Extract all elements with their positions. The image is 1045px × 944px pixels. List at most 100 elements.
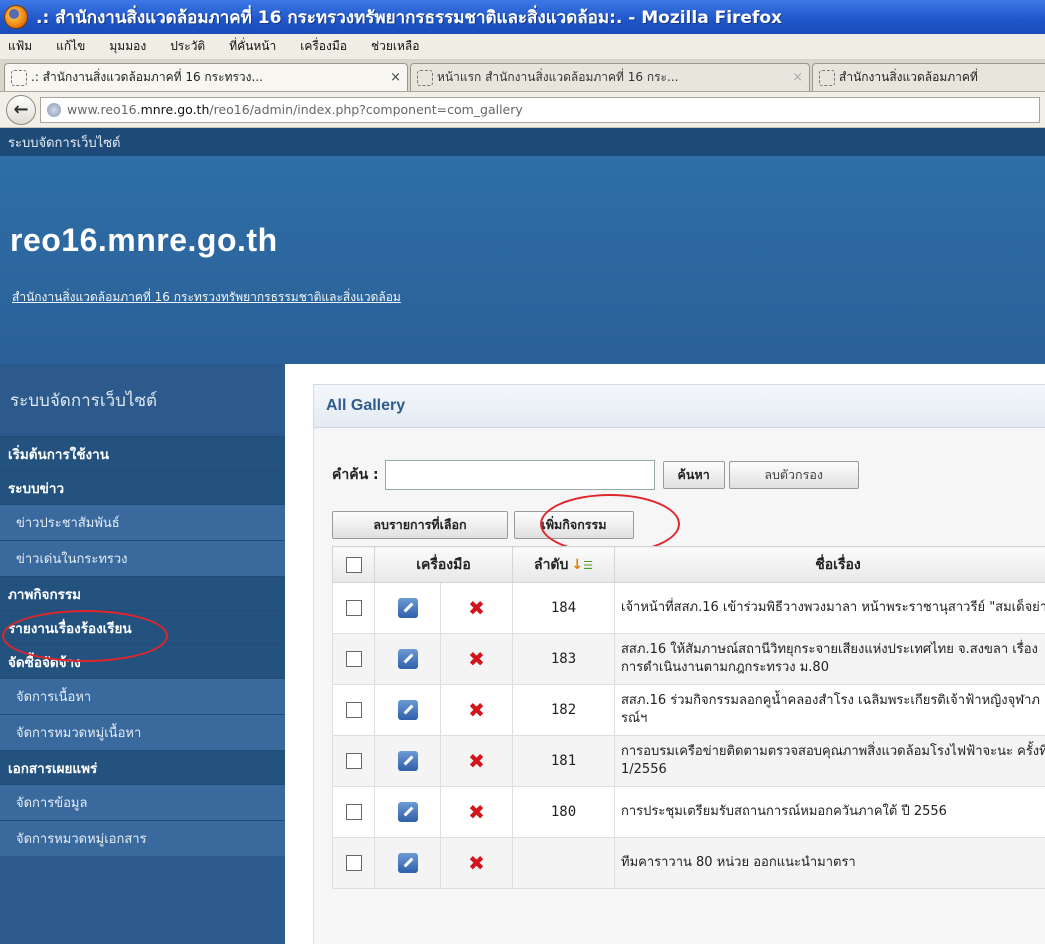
row-edit-cell: [374, 786, 441, 838]
row-checkbox[interactable]: [345, 600, 362, 616]
url-prefix: www.reo16.: [67, 102, 141, 117]
row-order: 182: [550, 702, 577, 718]
row-check-cell: [332, 837, 375, 889]
column-header-title: ชื่อเรื่อง: [614, 546, 1045, 583]
delete-icon[interactable]: ✖: [468, 749, 485, 773]
row-title[interactable]: การอบรมเครือข่ายติดตามตรวจสอบคุณภาพสิ่งแ…: [614, 735, 1045, 787]
row-delete-cell: ✖: [440, 684, 513, 736]
row-title[interactable]: การประชุมเตรียมรับสถานการณ์หมอกควันภาคใต…: [614, 786, 1045, 838]
menu-tools[interactable]: เครื่องมือ: [300, 37, 347, 56]
delete-icon[interactable]: ✖: [468, 698, 485, 722]
row-checkbox[interactable]: [345, 855, 362, 871]
page-favicon-icon: [417, 69, 433, 86]
menu-help[interactable]: ช่วยเหลือ: [371, 37, 420, 56]
main-content: All Gallery คำค้น : ค้นหา ลบตัวกรอง ลบรา…: [285, 364, 1045, 944]
search-row: คำค้น : ค้นหา ลบตัวกรอง: [332, 458, 859, 492]
back-button[interactable]: ←: [6, 94, 36, 125]
address-bar[interactable]: www.reo16. mnre.go.th/reo16/admin/index.p…: [40, 96, 1040, 123]
row-order-cell: 180: [512, 786, 615, 838]
window-titlebar: .: สำนักงานสิ่งแวดล้อมภาคที่ 16 กระทรวงท…: [0, 0, 1045, 34]
close-icon[interactable]: ×: [792, 70, 803, 85]
row-order: 181: [550, 753, 577, 769]
delete-selected-button[interactable]: ลบรายการที่เลือก: [332, 511, 508, 539]
edit-icon[interactable]: [397, 649, 418, 669]
column-header-tools: เครื่องมือ: [374, 546, 513, 583]
row-delete-cell: ✖: [440, 786, 513, 838]
site-header: reo16.mnre.go.th สำนักงานสิ่งแวดล้อมภาคท…: [0, 156, 1045, 364]
url-domain: mnre.go.th: [140, 102, 210, 117]
row-title[interactable]: เจ้าหน้าที่สสภ.16 เข้าร่วมพิธีวางพวงมาลา…: [614, 582, 1045, 634]
menu-history[interactable]: ประวัติ: [170, 37, 205, 56]
browser-tab-2[interactable]: หน้าแรก สำนักงานสิ่งแวดล้อมภาคที่ 16 กระ…: [410, 63, 810, 91]
row-check-cell: [332, 582, 375, 634]
table-row: ✖ 181 การอบรมเครือข่ายติดตามตรวจสอบคุณภา…: [332, 735, 1045, 787]
action-row: ลบรายการที่เลือก เพิ่มกิจกรรม: [332, 510, 634, 540]
row-title[interactable]: สสภ.16 ร่วมกิจกรรมลอกคูน้ำคลองสำโรง เฉลิ…: [614, 684, 1045, 736]
sidebar-item-getting-started[interactable]: เริ่มต้นการใช้งาน: [0, 436, 285, 470]
row-edit-cell: [374, 684, 441, 736]
sidebar-item-manage-data[interactable]: จัดการข้อมูล: [0, 784, 285, 820]
row-order: 183: [550, 651, 577, 667]
menu-edit[interactable]: แก้ไข: [56, 37, 85, 56]
browser-tab-label: สำนักงานสิ่งแวดล้อมภาคที่: [839, 70, 978, 84]
row-title[interactable]: ทีมคาราวาน 80 หน่วย ออกแนะนำมาตรา: [614, 837, 1045, 889]
site-topbar: ระบบจัดการเว็บไซต์: [0, 128, 1045, 156]
delete-icon[interactable]: ✖: [468, 851, 485, 875]
sidebar-title: ระบบจัดการเว็บไซต์: [10, 390, 158, 411]
sidebar-item-procurement[interactable]: จัดซื้อจัดจ้าง: [0, 644, 285, 678]
sidebar-item-manage-document-categories[interactable]: จัดการหมวดหมู่เอกสาร: [0, 820, 285, 856]
admin-sidebar: ระบบจัดการเว็บไซต์ เริ่มต้นการใช้งาน ระบ…: [0, 364, 285, 944]
search-input[interactable]: [384, 460, 655, 490]
menu-bookmarks[interactable]: ที่คั่นหน้า: [229, 37, 276, 56]
select-all-checkbox[interactable]: [345, 556, 362, 573]
table-row: ✖ 184 เจ้าหน้าที่สสภ.16 เข้าร่วมพิธีวางพ…: [332, 582, 1045, 634]
table-row: ✖ 180 การประชุมเตรียมรับสถานการณ์หมอกควั…: [332, 786, 1045, 838]
row-edit-cell: [374, 837, 441, 889]
page-favicon-icon: [11, 69, 27, 86]
menu-bar: แฟ้ม แก้ไข มุมมอง ประวัติ ที่คั่นหน้า เค…: [0, 34, 1045, 60]
firefox-logo-icon: [4, 5, 28, 29]
clear-filter-button[interactable]: ลบตัวกรอง: [728, 461, 859, 489]
sidebar-item-complaints-report[interactable]: รายงานเรื่องร้องเรียน: [0, 610, 285, 644]
row-order-cell: 181: [512, 735, 615, 787]
row-checkbox[interactable]: [345, 651, 362, 667]
row-order: 184: [550, 600, 577, 616]
site-tagline-link[interactable]: สำนักงานสิ่งแวดล้อมภาคที่ 16 กระทรวงทรัพ…: [12, 288, 401, 307]
edit-icon[interactable]: [397, 700, 418, 720]
browser-tab-3[interactable]: สำนักงานสิ่งแวดล้อมภาคที่: [812, 63, 1045, 91]
row-checkbox[interactable]: [345, 753, 362, 769]
row-checkbox[interactable]: [345, 702, 362, 718]
edit-icon[interactable]: [397, 802, 418, 822]
delete-icon[interactable]: ✖: [468, 596, 485, 620]
delete-icon[interactable]: ✖: [468, 800, 485, 824]
row-title[interactable]: สสภ.16 ให้สัมภาษณ์สถานีวิทยุกระจายเสียงแ…: [614, 633, 1045, 685]
edit-icon[interactable]: [397, 751, 418, 771]
add-activity-button[interactable]: เพิ่มกิจกรรม: [514, 511, 634, 539]
page-title: All Gallery: [313, 384, 1045, 428]
menu-view[interactable]: มุมมอง: [109, 37, 146, 56]
sidebar-item-news-system[interactable]: ระบบข่าว: [0, 470, 285, 504]
sidebar-item-manage-content[interactable]: จัดการเนื้อหา: [0, 678, 285, 714]
edit-icon[interactable]: [397, 853, 418, 873]
sidebar-item-activity-photos[interactable]: ภาพกิจกรรม: [0, 576, 285, 610]
search-button[interactable]: ค้นหา: [662, 461, 725, 489]
close-icon[interactable]: ×: [390, 70, 401, 85]
row-edit-cell: [374, 633, 441, 685]
menu-file[interactable]: แฟ้ม: [8, 37, 32, 56]
row-delete-cell: ✖: [440, 735, 513, 787]
browser-tab-1[interactable]: .: สำนักงานสิ่งแวดล้อมภาคที่ 16 กระทรวง.…: [4, 63, 408, 91]
table-row: ✖ ทีมคาราวาน 80 หน่วย ออกแนะนำมาตรา: [332, 837, 1045, 889]
sidebar-item-ministry-highlights[interactable]: ข่าวเด่นในกระทรวง: [0, 540, 285, 576]
delete-icon[interactable]: ✖: [468, 647, 485, 671]
browser-tab-label: .: สำนักงานสิ่งแวดล้อมภาคที่ 16 กระทรวง.…: [31, 70, 263, 84]
window-title: .: สำนักงานสิ่งแวดล้อมภาคที่ 16 กระทรวงท…: [36, 7, 782, 28]
sidebar-item-manage-content-categories[interactable]: จัดการหมวดหมู่เนื้อหา: [0, 714, 285, 750]
column-header-order-label: ลำดับ: [533, 556, 569, 573]
edit-icon[interactable]: [397, 598, 418, 618]
table-row: ✖ 183 สสภ.16 ให้สัมภาษณ์สถานีวิทยุกระจาย…: [332, 633, 1045, 685]
column-header-order[interactable]: ลำดับ ↓☰: [512, 546, 615, 583]
sidebar-item-press-releases[interactable]: ข่าวประชาสัมพันธ์: [0, 504, 285, 540]
sidebar-item-published-documents[interactable]: เอกสารเผยแพร่: [0, 750, 285, 784]
select-all-cell: [332, 546, 375, 583]
row-checkbox[interactable]: [345, 804, 362, 820]
